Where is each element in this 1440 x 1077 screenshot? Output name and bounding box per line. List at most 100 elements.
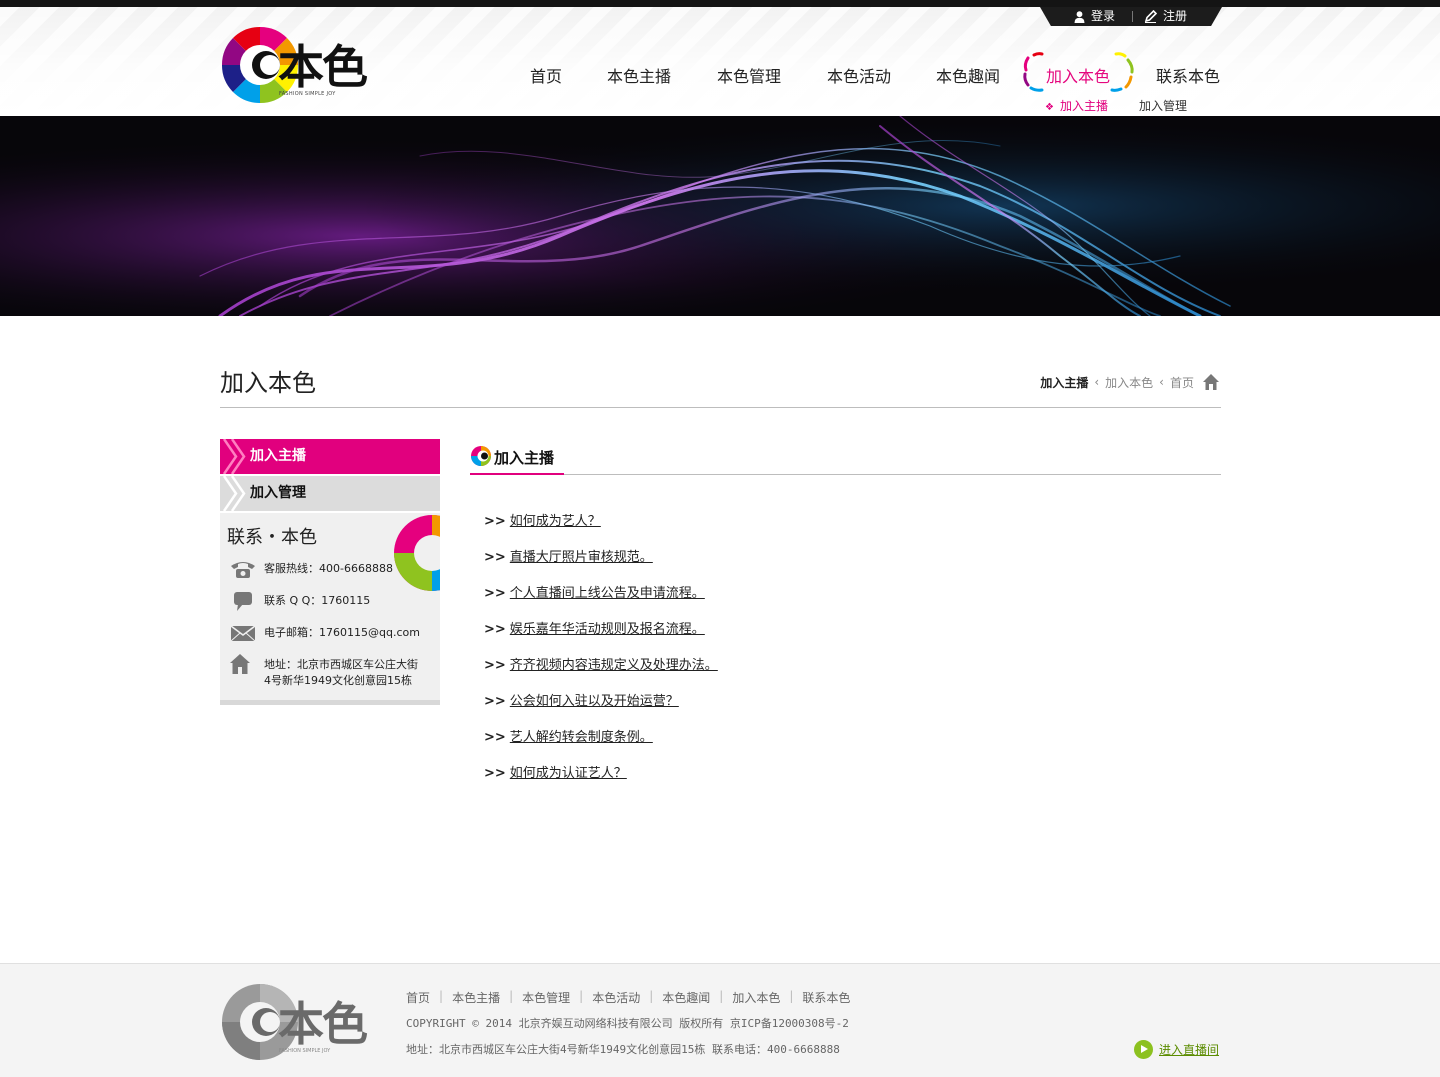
article-link[interactable]: 齐齐视频内容违规定义及处理办法。 [510, 658, 718, 673]
breadcrumb-home[interactable]: 首页 [1170, 374, 1194, 391]
sidebar-item-join-management[interactable]: 加入管理 [220, 476, 440, 511]
article-link[interactable]: 公会如何入驻以及开始运营？ [510, 694, 679, 709]
list-item: >> 艺人解约转会制度条例。 [484, 726, 653, 745]
enter-live-room-link[interactable]: 进入直播间 [1134, 1040, 1219, 1059]
footer-nav: 首页 | 本色主播 | 本色管理 | 本色活动 | 本色趣闻 | 加入本色 | 联系本色 [406, 989, 850, 1006]
article-link[interactable]: 如何成为认证艺人？ [510, 766, 627, 781]
userbar-divider [1132, 11, 1133, 22]
breadcrumb-parent[interactable]: 加入本色 [1105, 374, 1153, 391]
double-arrow-icon: >> [484, 514, 506, 529]
breadcrumb: 加入主播 ‹ 加入本色 ‹ 首页 [1040, 373, 1220, 391]
light-waves-graphic [0, 116, 1440, 316]
nav-item-contact[interactable]: 联系本色 [1156, 63, 1220, 87]
footer-logo-subtitle: FASHION SIMPLE JOY [279, 1048, 331, 1054]
double-arrow-icon: >> [484, 730, 506, 745]
play-icon [1134, 1040, 1153, 1059]
footer-nav-join[interactable]: 加入本色 [732, 989, 780, 1006]
double-arrow-icon: >> [484, 766, 506, 781]
logo-text: 本色 [278, 40, 368, 94]
home-icon[interactable] [1202, 373, 1220, 391]
hero-banner [0, 116, 1440, 316]
article-link[interactable]: 个人直播间上线公告及申请流程。 [510, 586, 705, 601]
site-logo[interactable]: 本色 FASHION SIMPLE JOY [220, 25, 380, 105]
double-chevron-icon [222, 439, 246, 474]
breadcrumb-current: 加入主播 [1040, 375, 1089, 390]
rainbow-petal-decoration [394, 515, 440, 591]
list-item: >> 个人直播间上线公告及申请流程。 [484, 582, 705, 601]
footer-logo-text: 本色 [278, 997, 368, 1051]
footer-logo[interactable]: 本色 FASHION SIMPLE JOY [220, 982, 380, 1062]
list-item: >> 公会如何入驻以及开始运营？ [484, 690, 679, 709]
sidebar-item-join-host[interactable]: 加入主播 [220, 439, 440, 474]
footer-nav-contact[interactable]: 联系本色 [802, 989, 850, 1006]
nav-item-management[interactable]: 本色管理 [717, 63, 781, 87]
footer-nav-news[interactable]: 本色趣闻 [662, 989, 710, 1006]
footer-nav-activities[interactable]: 本色活动 [592, 989, 640, 1006]
article-link[interactable]: 如何成为艺人？ [510, 514, 601, 529]
chevron-left-icon: ‹ [1094, 375, 1100, 389]
subnav-item-join-management[interactable]: 加入管理 [1139, 97, 1187, 114]
login-label: 登录 [1091, 9, 1116, 23]
nav-item-activities[interactable]: 本色活动 [827, 63, 891, 87]
footer: 本色 FASHION SIMPLE JOY 首页 | 本色主播 | 本色管理 | 本色… [0, 963, 1440, 1077]
nav-item-join[interactable]: 加入本色 [1046, 63, 1110, 87]
mail-icon [230, 625, 256, 642]
top-strip [0, 0, 1440, 7]
list-item: >> 直播大厅照片审核规范。 [484, 546, 653, 565]
double-arrow-icon: >> [484, 658, 506, 673]
footer-nav-separator: | [509, 989, 514, 1003]
footer-nav-separator: | [649, 989, 654, 1003]
pencil-icon [1144, 10, 1157, 23]
content-title-underline [470, 473, 564, 475]
sidebar-item-label: 加入主播 [250, 448, 306, 464]
nav-item-home[interactable]: 首页 [530, 63, 562, 87]
address-line-1: 地址：北京市西城区车公庄大街 [264, 658, 418, 671]
register-label: 注册 [1163, 9, 1188, 23]
list-item: >> 齐齐视频内容违规定义及处理办法。 [484, 654, 718, 673]
nav-item-news[interactable]: 本色趣闻 [936, 63, 1000, 87]
double-arrow-icon: >> [484, 694, 506, 709]
list-item: >> 娱乐嘉年华活动规则及报名流程。 [484, 618, 705, 637]
footer-nav-separator: | [439, 989, 444, 1003]
chat-icon [234, 592, 252, 611]
list-item: >> 如何成为艺人？ [484, 510, 601, 529]
address-line-2: 4号新华1949文化创意园15栋 [264, 674, 412, 687]
article-link[interactable]: 直播大厅照片审核规范。 [510, 550, 653, 565]
phone-icon [231, 562, 255, 578]
content-title: 加入主播 [494, 449, 555, 467]
subnav-item-join-host[interactable]: ❖ 加入主播 [1045, 97, 1108, 114]
footer-nav-separator: | [789, 989, 794, 1003]
hotline-text: 客服热线：400-6668888 [264, 562, 393, 575]
list-item: >> 如何成为认证艺人？ [484, 762, 627, 781]
qq-text: 联系 Q Q：1760115 [264, 594, 371, 607]
footer-nav-management[interactable]: 本色管理 [522, 989, 570, 1006]
contact-title: 联系・本色 [227, 527, 317, 548]
diamond-icon: ❖ [1045, 102, 1054, 113]
content-divider [470, 474, 1221, 475]
rainbow-bullet-icon [471, 446, 491, 466]
page-title: 加入本色 [220, 369, 316, 397]
user-bar: 登录 注册 [1040, 7, 1222, 26]
chevron-left-icon: ‹ [1159, 375, 1164, 389]
article-link[interactable]: 艺人解约转会制度条例。 [510, 730, 653, 745]
email-text: 电子邮箱：1760115@qq.com [264, 626, 420, 639]
footer-nav-hosts[interactable]: 本色主播 [452, 989, 500, 1006]
footer-copyright: COPYRIGHT © 2014 北京齐娱互动网络科技有限公司 版权所有 京IC… [406, 1017, 849, 1030]
footer-address: 地址：北京市西城区车公庄大街4号新华1949文化创意园15栋 联系电话：400-… [406, 1043, 840, 1056]
header [0, 7, 1440, 116]
register-link[interactable]: 注册 [1144, 7, 1187, 26]
user-icon [1074, 10, 1085, 23]
double-arrow-icon: >> [484, 586, 506, 601]
login-link[interactable]: 登录 [1074, 7, 1115, 26]
logo-subtitle: FASHION SIMPLE JOY [279, 91, 336, 97]
footer-nav-home[interactable]: 首页 [406, 989, 430, 1006]
double-chevron-icon [222, 476, 246, 511]
home-icon [230, 654, 250, 674]
double-arrow-icon: >> [484, 622, 506, 637]
double-arrow-icon: >> [484, 550, 506, 565]
sidebar-item-label: 加入管理 [250, 485, 306, 501]
footer-nav-separator: | [579, 989, 584, 1003]
article-link[interactable]: 娱乐嘉年华活动规则及报名流程。 [510, 622, 705, 637]
enter-live-label: 进入直播间 [1159, 1043, 1220, 1057]
nav-item-hosts[interactable]: 本色主播 [607, 63, 671, 87]
